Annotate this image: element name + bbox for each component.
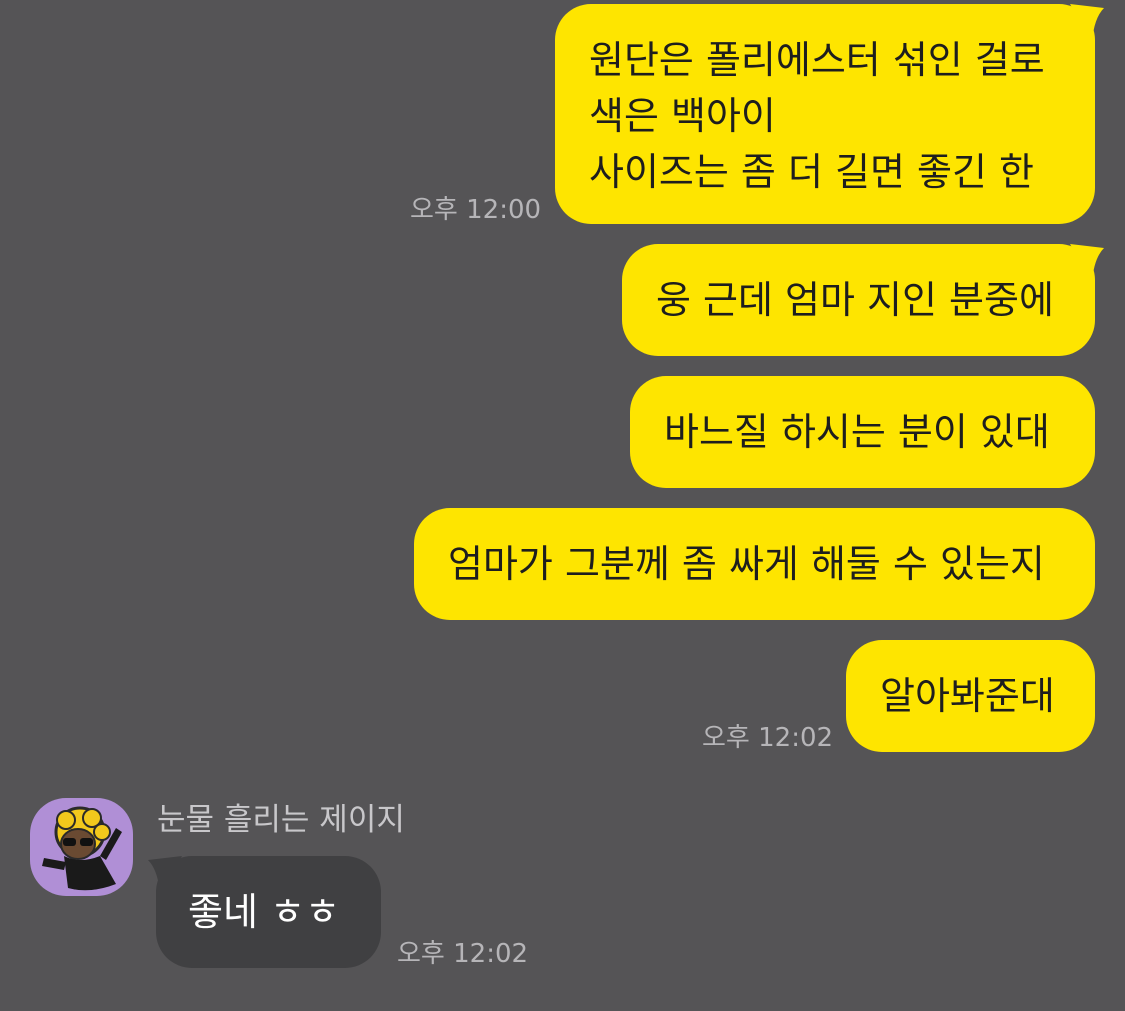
- message-line: 좋네 ㅎㅎ: [188, 890, 340, 934]
- avatar[interactable]: [30, 798, 133, 896]
- message-line: 엄마가 그분께 좀 싸게 해둘 수 있는지: [448, 542, 1045, 586]
- bubble-tail: [1070, 4, 1104, 42]
- message-timestamp: 오후 12:02: [397, 939, 529, 969]
- message-line: 색은 백아이: [589, 94, 776, 138]
- message-line: 알아봐준대: [880, 674, 1055, 718]
- sent-message-bubble[interactable]: 원단은 폴리에스터 섞인 걸로 색은 백아이 사이즈는 좀 더 길면 좋긴 한: [555, 4, 1095, 224]
- sent-message-bubble[interactable]: 웅 근데 엄마 지인 분중에: [622, 244, 1095, 356]
- message-timestamp: 오후 12:02: [702, 723, 834, 753]
- sent-message-bubble[interactable]: 엄마가 그분께 좀 싸게 해둘 수 있는지: [414, 508, 1095, 620]
- message-line: 바느질 하시는 분이 있대: [664, 410, 1050, 454]
- sent-message-bubble[interactable]: 바느질 하시는 분이 있대: [630, 376, 1095, 488]
- sent-message-bubble[interactable]: 알아봐준대: [846, 640, 1095, 752]
- sender-name: 눈물 흘리는 제이지: [157, 802, 405, 838]
- message-timestamp: 오후 12:00: [410, 195, 542, 225]
- message-line: 사이즈는 좀 더 길면 좋긴 한: [589, 150, 1034, 194]
- message-line: 원단은 폴리에스터 섞인 걸로: [589, 38, 1045, 82]
- received-message-bubble[interactable]: 좋네 ㅎㅎ: [156, 856, 381, 968]
- bubble-tail: [1070, 244, 1104, 282]
- jay-g-character-icon: [42, 806, 122, 891]
- message-line: 웅 근데 엄마 지인 분중에: [656, 278, 1054, 322]
